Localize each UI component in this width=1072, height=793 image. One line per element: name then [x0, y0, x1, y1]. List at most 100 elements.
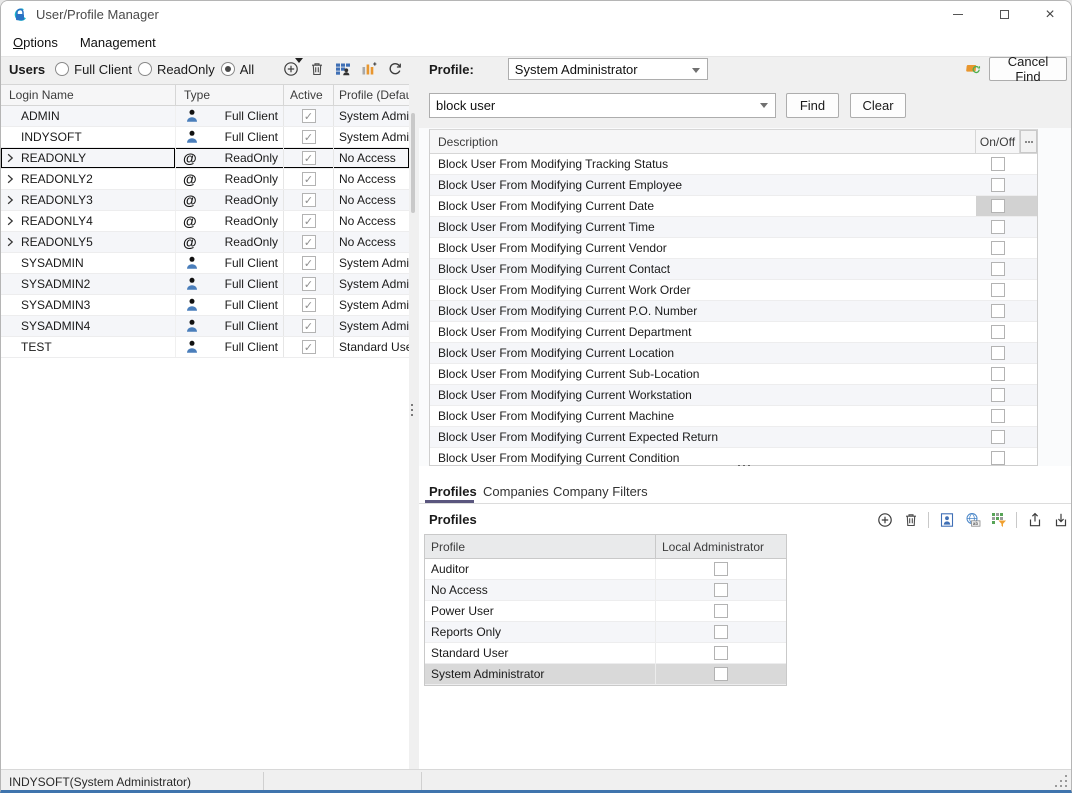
profile-users-icon[interactable]: [938, 512, 955, 529]
local-admin-checkbox[interactable]: [714, 625, 728, 639]
permission-row[interactable]: Block User From Modifying Tracking Statu…: [430, 154, 1037, 175]
profile-row-standard-user[interactable]: Standard User: [425, 643, 786, 664]
onoff-checkbox[interactable]: [991, 241, 1005, 255]
user-row-sysadmin4[interactable]: SYSADMIN4Full ClientSystem Administrator: [1, 316, 409, 337]
onoff-checkbox[interactable]: [991, 304, 1005, 318]
profile-row-reports-only[interactable]: Reports Only: [425, 622, 786, 643]
user-row-readonly5[interactable]: READONLY5@ReadOnlyNo Access: [1, 232, 409, 253]
radio-readonly[interactable]: ReadOnly: [138, 62, 215, 77]
column-header-profile-default[interactable]: Profile (Default): [334, 85, 409, 105]
tab-companies[interactable]: Companies: [483, 479, 549, 503]
local-admin-checkbox[interactable]: [714, 583, 728, 597]
column-header-type[interactable]: Type: [176, 85, 284, 105]
onoff-checkbox[interactable]: [991, 346, 1005, 360]
permission-row[interactable]: Block User From Modifying Current Employ…: [430, 175, 1037, 196]
permission-row[interactable]: Block User From Modifying Current Contac…: [430, 259, 1037, 280]
profile-row-power-user[interactable]: Power User: [425, 601, 786, 622]
onoff-checkbox[interactable]: [991, 388, 1005, 402]
close-button[interactable]: ×: [1027, 1, 1072, 28]
user-row-admin[interactable]: ADMINFull ClientSystem Administrator: [1, 106, 409, 127]
expand-chevron-icon[interactable]: [4, 173, 16, 185]
active-checkbox[interactable]: [302, 193, 316, 207]
minimize-button[interactable]: [935, 1, 981, 28]
active-checkbox[interactable]: [302, 298, 316, 312]
delete-user-icon[interactable]: [308, 61, 325, 78]
active-checkbox[interactable]: [302, 319, 316, 333]
active-checkbox[interactable]: [302, 340, 316, 354]
active-checkbox[interactable]: [302, 130, 316, 144]
user-groups-icon[interactable]: [334, 61, 351, 78]
radio-all[interactable]: All: [221, 62, 254, 77]
local-admin-checkbox[interactable]: [714, 646, 728, 660]
splitter-grip-icon[interactable]: [411, 404, 414, 416]
import-profile-icon[interactable]: [1052, 512, 1069, 529]
permission-row[interactable]: Block User From Modifying Current Time: [430, 217, 1037, 238]
menu-item-management[interactable]: Management: [76, 33, 160, 52]
permission-row[interactable]: Block User From Modifying Current Expect…: [430, 427, 1037, 448]
export-profile-icon[interactable]: [1026, 512, 1043, 529]
maximize-button[interactable]: [981, 1, 1027, 28]
column-header-description[interactable]: Description: [430, 130, 976, 153]
active-checkbox[interactable]: [302, 151, 316, 165]
expand-chevron-icon[interactable]: [4, 152, 16, 164]
permission-row[interactable]: Block User From Modifying Current Depart…: [430, 322, 1037, 343]
active-checkbox[interactable]: [302, 235, 316, 249]
clear-button[interactable]: Clear: [850, 93, 906, 118]
menu-item-options[interactable]: Options: [9, 33, 62, 52]
user-row-indysoft[interactable]: INDYSOFTFull ClientSystem Administrator: [1, 127, 409, 148]
user-row-readonly4[interactable]: READONLY4@ReadOnlyNo Access: [1, 211, 409, 232]
expand-chevron-icon[interactable]: [4, 194, 16, 206]
user-row-sysadmin3[interactable]: SYSADMIN3Full ClientSystem Administrator: [1, 295, 409, 316]
onoff-checkbox[interactable]: [991, 262, 1005, 276]
refresh-icon[interactable]: [386, 61, 403, 78]
profile-row-auditor[interactable]: Auditor: [425, 559, 786, 580]
column-header-active[interactable]: Active: [284, 85, 334, 105]
cancel-find-button[interactable]: Cancel Find: [989, 57, 1067, 81]
permission-row[interactable]: Block User From Modifying Current Condit…: [430, 448, 1037, 466]
active-checkbox[interactable]: [302, 172, 316, 186]
permission-row[interactable]: Block User From Modifying Current Locati…: [430, 343, 1037, 364]
tab-company-filters[interactable]: Company Filters: [553, 479, 648, 503]
expand-chevron-icon[interactable]: [4, 236, 16, 248]
profile-dropdown[interactable]: System Administrator: [508, 58, 708, 80]
add-user-icon[interactable]: [282, 61, 299, 78]
chevron-down-icon[interactable]: [760, 103, 768, 108]
user-row-readonly2[interactable]: READONLY2@ReadOnlyNo Access: [1, 169, 409, 190]
column-header-local-administrator[interactable]: Local Administrator: [656, 535, 786, 558]
profile-filter-icon[interactable]: [990, 512, 1007, 529]
onoff-checkbox[interactable]: [991, 199, 1005, 213]
onoff-checkbox[interactable]: [991, 325, 1005, 339]
permission-row[interactable]: Block User From Modifying Current Machin…: [430, 406, 1037, 427]
onoff-checkbox[interactable]: [991, 157, 1005, 171]
column-header-login-name[interactable]: Login Name: [1, 85, 176, 105]
choose-columns-icon[interactable]: [360, 61, 377, 78]
column-header-on-off[interactable]: On/Off: [976, 130, 1020, 153]
active-checkbox[interactable]: [302, 277, 316, 291]
onoff-checkbox[interactable]: [991, 220, 1005, 234]
onoff-checkbox[interactable]: [991, 430, 1005, 444]
delete-profile-icon[interactable]: [902, 512, 919, 529]
onoff-checkbox[interactable]: [991, 283, 1005, 297]
permission-row[interactable]: Block User From Modifying Current P.O. N…: [430, 301, 1037, 322]
local-admin-checkbox[interactable]: [714, 667, 728, 681]
column-chooser-button[interactable]: [1020, 130, 1037, 153]
onoff-checkbox[interactable]: [991, 409, 1005, 423]
profile-row-no-access[interactable]: No Access: [425, 580, 786, 601]
user-row-sysadmin[interactable]: SYSADMINFull ClientSystem Administrator: [1, 253, 409, 274]
active-checkbox[interactable]: [302, 214, 316, 228]
profile-row-system-administrator[interactable]: System Administrator: [425, 664, 786, 685]
local-admin-checkbox[interactable]: [714, 604, 728, 618]
onoff-checkbox[interactable]: [991, 178, 1005, 192]
onoff-checkbox[interactable]: [991, 367, 1005, 381]
user-row-test[interactable]: TESTFull ClientStandard User: [1, 337, 409, 358]
permission-row[interactable]: Block User From Modifying Current Sub-Lo…: [430, 364, 1037, 385]
expand-chevron-icon[interactable]: [4, 215, 16, 227]
search-input[interactable]: [429, 93, 776, 118]
permission-row[interactable]: Block User From Modifying Current Vendor: [430, 238, 1037, 259]
active-checkbox[interactable]: [302, 256, 316, 270]
add-profile-icon[interactable]: [876, 512, 893, 529]
onoff-checkbox[interactable]: [991, 451, 1005, 465]
permission-row[interactable]: Block User From Modifying Current Work O…: [430, 280, 1037, 301]
permission-row[interactable]: Block User From Modifying Current Date: [430, 196, 1037, 217]
rename-profile-icon[interactable]: ab: [964, 512, 981, 529]
